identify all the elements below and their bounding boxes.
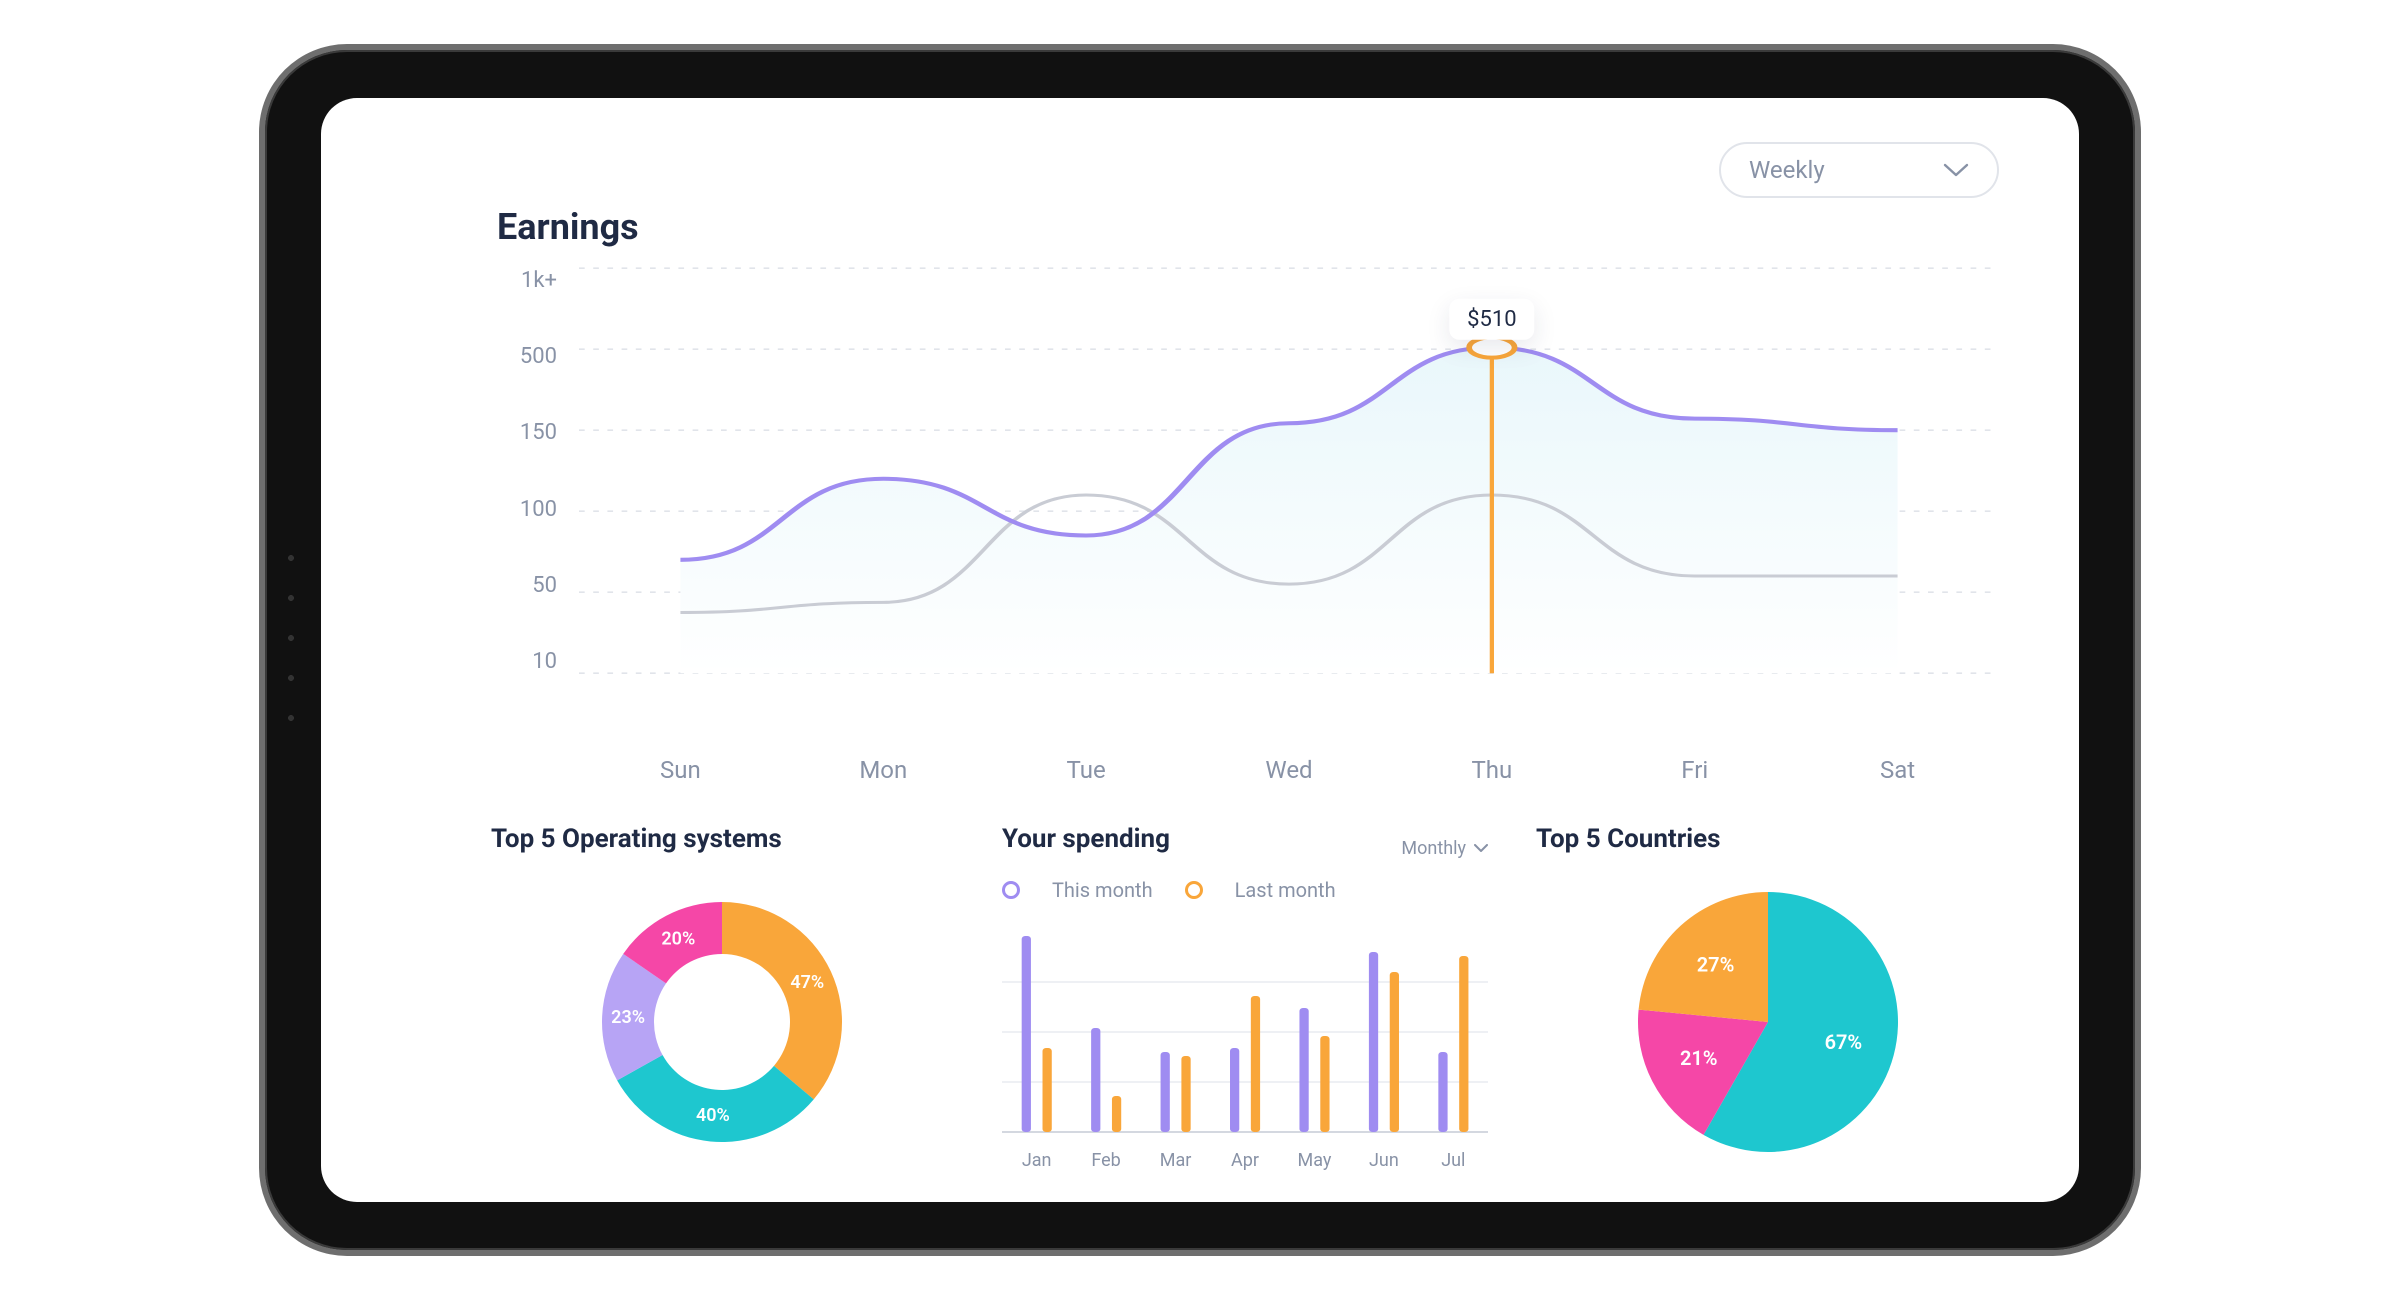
chevron-down-icon bbox=[1474, 844, 1488, 853]
os-card: Top 5 Operating systems 47% 40% 23% 20% bbox=[491, 824, 954, 1172]
earnings-plot: SunMonTueWedThuFriSat $510 bbox=[579, 258, 1999, 734]
spending-card: Your spending Monthly This month Last mo… bbox=[1002, 824, 1488, 1172]
spending-bar-chart bbox=[1002, 920, 1488, 1140]
os-donut-chart: 47% 40% 23% 20% bbox=[572, 872, 872, 1172]
spending-legend: This month Last month bbox=[1002, 878, 1488, 902]
svg-text:21%: 21% bbox=[1679, 1046, 1717, 1070]
countries-card: Top 5 Countries 67% 21% 27% bbox=[1536, 824, 1999, 1172]
svg-text:47%: 47% bbox=[791, 972, 825, 993]
spending-range-select[interactable]: Monthly bbox=[1401, 838, 1488, 859]
svg-text:67%: 67% bbox=[1824, 1030, 1862, 1054]
earnings-chart: 1k+5001501005010 SunMonTueWedThuFriSat $… bbox=[491, 258, 1999, 734]
svg-text:40%: 40% bbox=[696, 1105, 730, 1126]
period-select-value: Weekly bbox=[1749, 156, 1825, 184]
chevron-down-icon bbox=[1943, 163, 1969, 177]
svg-text:27%: 27% bbox=[1696, 952, 1734, 976]
spending-range-value: Monthly bbox=[1401, 838, 1466, 859]
tablet-frame: Weekly Earnings 1k+5001501005010 bbox=[265, 50, 2135, 1250]
earnings-x-axis: SunMonTueWedThuFriSat bbox=[579, 756, 1999, 784]
legend-swatch-this-month bbox=[1002, 881, 1020, 899]
countries-pie-chart: 67% 21% 27% bbox=[1618, 872, 1918, 1172]
spending-title: Your spending bbox=[1002, 824, 1170, 854]
svg-text:20%: 20% bbox=[662, 928, 696, 949]
spending-x-axis: JanFebMarAprMayJunJul bbox=[1002, 1150, 1488, 1171]
os-card-title: Top 5 Operating systems bbox=[491, 824, 954, 854]
legend-label-this-month: This month bbox=[1052, 878, 1153, 902]
earnings-title: Earnings bbox=[497, 206, 1999, 248]
svg-text:23%: 23% bbox=[612, 1007, 646, 1028]
earnings-y-axis: 1k+5001501005010 bbox=[491, 258, 561, 734]
legend-swatch-last-month bbox=[1185, 881, 1203, 899]
earnings-tooltip: $510 bbox=[1449, 298, 1534, 339]
period-select[interactable]: Weekly bbox=[1719, 142, 1999, 198]
screen: Weekly Earnings 1k+5001501005010 bbox=[321, 98, 2079, 1202]
legend-label-last-month: Last month bbox=[1235, 878, 1336, 902]
countries-title: Top 5 Countries bbox=[1536, 824, 1999, 854]
